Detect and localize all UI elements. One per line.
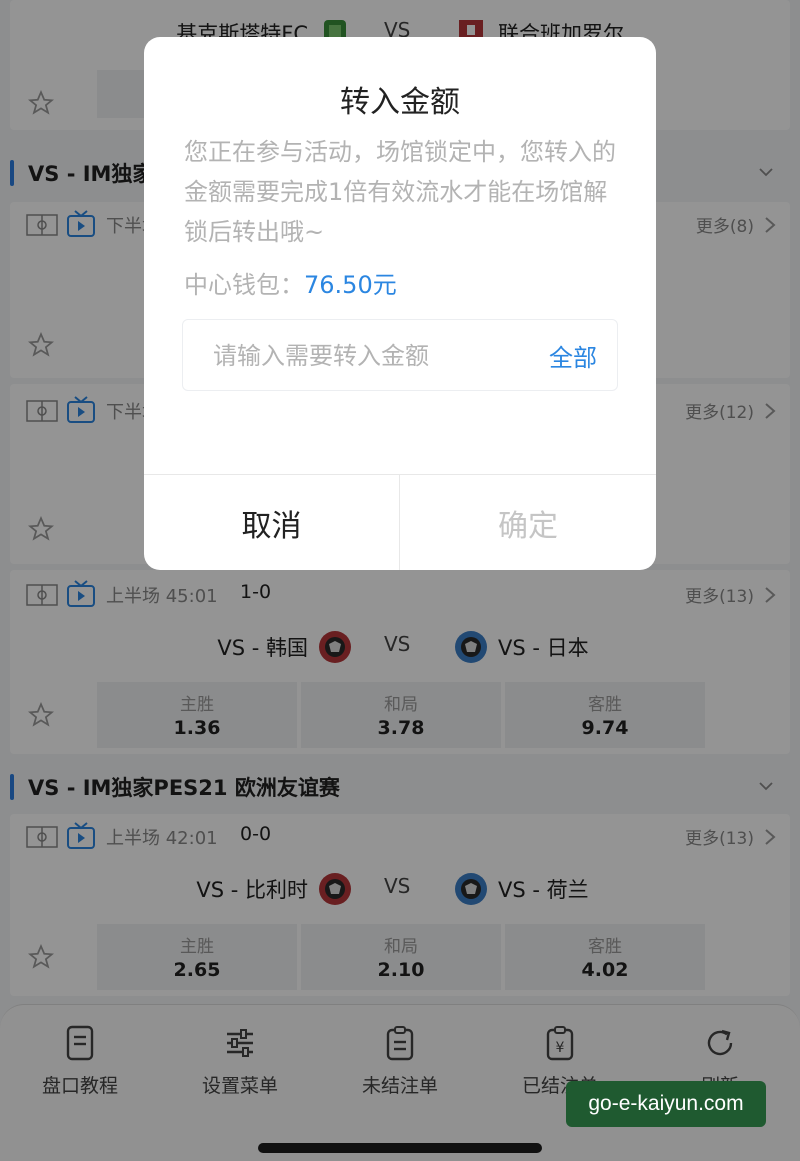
wallet-balance: 中心钱包：76.50元 — [184, 271, 397, 299]
sports-betting-app: 基克斯塔特FC VS 联合班加罗尔 VS - IM独家PES21 欧洲友谊赛 下… — [0, 0, 800, 1161]
watermark: go-e-kaiyun.com — [566, 1081, 766, 1127]
dialog-title: 转入金额 — [340, 85, 460, 120]
cancel-button[interactable]: 取消 — [144, 475, 400, 570]
amount-input-box: 全部 — [182, 319, 618, 391]
amount-input[interactable] — [213, 336, 513, 376]
all-amount-button[interactable]: 全部 — [549, 338, 597, 373]
home-indicator — [258, 1143, 542, 1153]
dialog-message: 您正在参与活动，场馆锁定中，您转入的金额需要完成1倍有效流水才能在场馆解锁后转出… — [184, 138, 616, 246]
transfer-amount-dialog: 转入金额 您正在参与活动，场馆锁定中，您转入的金额需要完成1倍有效流水才能在场馆… — [144, 37, 656, 570]
dialog-actions: 取消 确定 — [144, 474, 656, 570]
confirm-button[interactable]: 确定 — [400, 475, 656, 570]
